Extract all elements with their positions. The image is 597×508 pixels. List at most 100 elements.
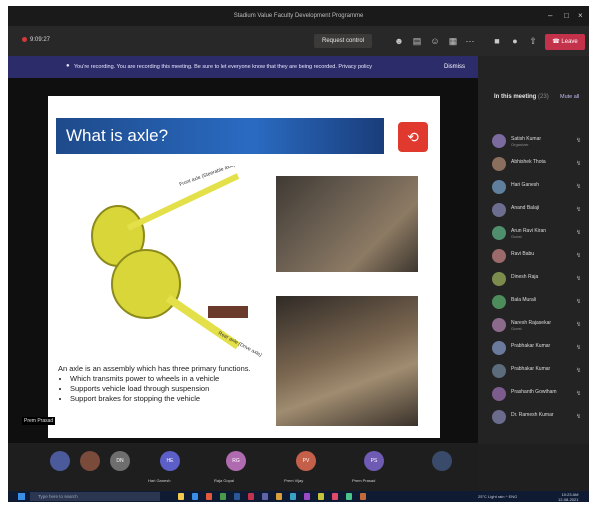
- participant-video-tile[interactable]: [432, 451, 452, 471]
- participant-item[interactable]: Anand Balaji ↯: [492, 203, 586, 217]
- chrome-icon[interactable]: [206, 493, 212, 500]
- teams-window: Stadium Value Faculty Development Progra…: [8, 6, 589, 502]
- video-strip: DN HE Hari Ganesh RG Raja Gopal PV Prem Vijay P…: [8, 443, 478, 491]
- axle-diagram: Front axle (Steerable axle) Rear axle (D…: [91, 166, 263, 359]
- front-axle-label: Front axle (Steerable axle): [179, 166, 237, 188]
- app-icon[interactable]: [276, 493, 282, 500]
- request-control-button[interactable]: Request control: [314, 34, 373, 48]
- teams-icon[interactable]: [262, 493, 268, 500]
- edge-icon[interactable]: [192, 493, 198, 500]
- bullet-item: Supports vehicle load through suspension: [70, 384, 308, 394]
- windows-taskbar: Type here to search 25°C Light rain ^ EN…: [8, 491, 589, 502]
- rear-wheel-hub: [111, 249, 181, 319]
- app-icon[interactable]: [290, 493, 296, 500]
- mic-muted-icon: ↯: [576, 345, 582, 351]
- participant-role: Guest: [511, 234, 522, 239]
- reactions-icon[interactable]: ☺: [430, 36, 440, 46]
- participant-role: Guest: [511, 326, 522, 331]
- avatar: [492, 272, 506, 286]
- participant-item[interactable]: Dr. Ramesh Kumar ↯: [492, 410, 586, 424]
- tile-name: Hari Ganesh: [148, 478, 171, 483]
- rooms-icon[interactable]: ▦: [448, 36, 458, 46]
- rear-axle-label: Rear axle (Drive axle): [217, 330, 263, 358]
- leave-button[interactable]: ☎ Leave: [545, 34, 585, 50]
- bullet-item: Support brakes for stopping the vehicle: [70, 394, 308, 404]
- recording-banner: ● You're recording. You are recording th…: [8, 56, 478, 78]
- windows-start-icon[interactable]: [18, 493, 25, 500]
- participant-item[interactable]: Prabhakar Kumar ↯: [492, 364, 586, 378]
- tile-name: Prem Vijay: [284, 478, 304, 483]
- shared-screen: What is axle? ⟲ Front axle (Steerable ax…: [8, 78, 478, 443]
- participant-item[interactable]: Abhishek Thota ↯: [492, 157, 586, 171]
- mic-icon[interactable]: ●: [510, 36, 520, 46]
- mic-muted-icon: ↯: [576, 138, 582, 144]
- participants-count: (23): [538, 94, 549, 100]
- share-icon[interactable]: ⇧: [528, 36, 538, 46]
- mic-muted-icon: ↯: [576, 276, 582, 282]
- participant-item[interactable]: Arun Ravi Kiran Guest ↯: [492, 226, 586, 240]
- excel-icon[interactable]: [220, 493, 226, 500]
- participants-heading: In this meeting (23): [494, 94, 549, 100]
- info-icon: ●: [66, 63, 70, 69]
- participant-video-tile[interactable]: [50, 451, 70, 471]
- participant-video-tile[interactable]: DN: [110, 451, 130, 471]
- participant-name: Anand Balaji: [511, 205, 540, 211]
- mic-muted-icon: ↯: [576, 161, 582, 167]
- participant-item[interactable]: Prabhakar Kumar ↯: [492, 341, 586, 355]
- app-icon[interactable]: [304, 493, 310, 500]
- file-explorer-icon[interactable]: [178, 493, 184, 500]
- app-icon[interactable]: [360, 493, 366, 500]
- clock[interactable]: 10:23 AM 12-08-2021: [558, 492, 578, 502]
- avatar: [492, 318, 506, 332]
- participant-item[interactable]: Hari Ganesh ↯: [492, 180, 586, 194]
- participant-video-tile[interactable]: [80, 451, 100, 471]
- slide-title: What is axle?: [66, 126, 169, 145]
- chat-icon[interactable]: ▤: [412, 36, 422, 46]
- close-icon[interactable]: ×: [578, 11, 583, 20]
- mic-muted-icon: ↯: [576, 391, 582, 397]
- tile-name: Raja Gopal: [214, 478, 235, 483]
- bullet-list: Which transmits power to wheels in a veh…: [58, 374, 308, 404]
- more-icon[interactable]: ⋯: [465, 36, 475, 46]
- mic-muted-icon: ↯: [576, 230, 582, 236]
- recording-message: You're recording. You are recording this…: [74, 64, 373, 70]
- participant-name: Prabhakar Kumar: [511, 343, 551, 349]
- participant-video-tile[interactable]: PS: [364, 451, 384, 471]
- participant-item[interactable]: Naresh Rajasekar Guest ↯: [492, 318, 586, 332]
- participant-video-tile[interactable]: HE: [160, 451, 180, 471]
- app-icon[interactable]: [332, 493, 338, 500]
- participant-item[interactable]: Bala Murali ↯: [492, 295, 586, 309]
- dismiss-button[interactable]: Dismiss: [444, 64, 465, 70]
- people-icon[interactable]: ☻: [394, 36, 404, 46]
- participant-item[interactable]: Ravi Babu ↯: [492, 249, 586, 263]
- participant-video-tile[interactable]: PV: [296, 451, 316, 471]
- front-axle-photo: [276, 176, 418, 272]
- app-icon[interactable]: [318, 493, 324, 500]
- app-icon[interactable]: [346, 493, 352, 500]
- timer-text: 9:09:27: [30, 37, 51, 44]
- mic-muted-icon: ↯: [576, 414, 582, 420]
- maximize-icon[interactable]: □: [564, 11, 569, 20]
- avatar: [492, 134, 506, 148]
- avatar: [492, 410, 506, 424]
- powerpoint-icon[interactable]: [248, 493, 254, 500]
- participant-name: Dr. Ramesh Kumar: [511, 412, 554, 418]
- minimize-icon[interactable]: –: [548, 11, 552, 20]
- participant-video-tile[interactable]: RG: [226, 451, 246, 471]
- camera-icon[interactable]: ■: [492, 36, 502, 46]
- title-bar: Stadium Value Faculty Development Progra…: [8, 6, 589, 26]
- participant-item[interactable]: Satish Kumar Organizer ↯: [492, 134, 586, 148]
- mic-muted-icon: ↯: [576, 368, 582, 374]
- system-tray[interactable]: 25°C Light rain ^ ENG: [478, 494, 517, 499]
- avatar: [492, 157, 506, 171]
- word-icon[interactable]: [234, 493, 240, 500]
- participant-item[interactable]: Dinesh Raja ↯: [492, 272, 586, 286]
- participant-item[interactable]: Prashanth Gowtham ↯: [492, 387, 586, 401]
- participant-name: Dinesh Raja: [511, 274, 539, 280]
- participants-panel: In this meeting (23) Mute all Satish Kum…: [478, 56, 589, 444]
- avatar: [492, 203, 506, 217]
- participant-role: Organizer: [511, 142, 529, 147]
- mute-all-button[interactable]: Mute all: [560, 94, 579, 100]
- taskbar-search[interactable]: Type here to search: [30, 492, 160, 501]
- mic-muted-icon: ↯: [576, 299, 582, 305]
